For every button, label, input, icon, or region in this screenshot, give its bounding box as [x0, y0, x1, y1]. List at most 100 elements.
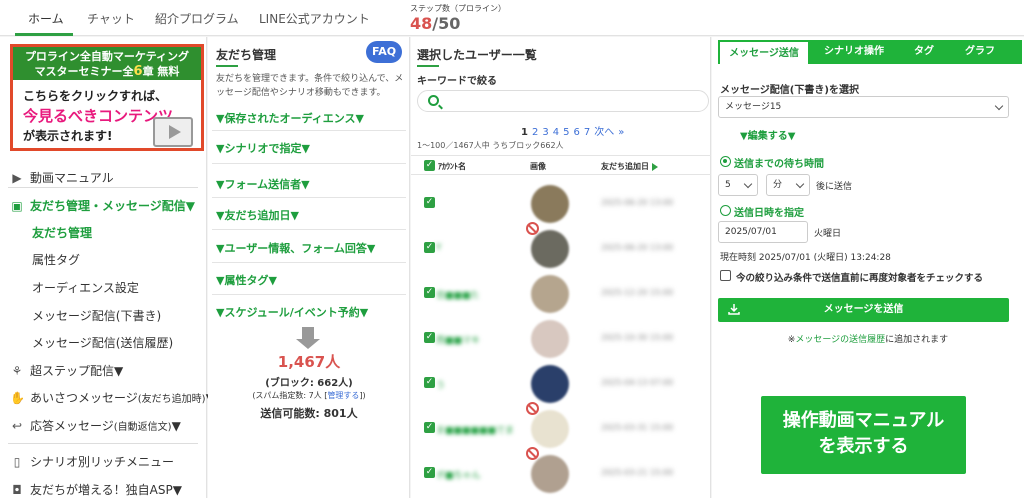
seminar-banner[interactable]: プロライン全自動マーケティング マスターセミナー全6章 無料 こちらをクリックす…	[10, 44, 204, 151]
page-4[interactable]: 4	[553, 127, 559, 138]
blocked-icon	[526, 447, 539, 460]
account-name[interactable]: う	[436, 378, 445, 391]
video-manual-button[interactable]: 操作動画マニュアル を表示する	[761, 396, 966, 474]
datetime-radio[interactable]	[720, 205, 731, 216]
col-added-date[interactable]: 友だち追加日	[601, 161, 658, 172]
keyword-search-input[interactable]	[417, 90, 709, 112]
sidebar-item-message-history[interactable]: メッセージ配信(送信履歴)	[32, 334, 173, 351]
tab-chat[interactable]: チャット	[87, 10, 135, 27]
page-7[interactable]: 7	[584, 127, 590, 138]
wave-hand-icon: ✋	[10, 391, 25, 405]
tab-send-message[interactable]: メッセージ送信	[718, 40, 810, 64]
row-checkbox[interactable]: ✓	[424, 332, 435, 343]
search-icon	[428, 95, 439, 106]
row-checkbox[interactable]: ✓	[424, 422, 435, 433]
arrow-down-icon	[296, 327, 320, 349]
page-5[interactable]: 5	[563, 127, 569, 138]
recheck-checkbox[interactable]	[720, 270, 731, 281]
sidebar: プロライン全自動マーケティング マスターセミナー全6章 無料 こちらをクリックす…	[0, 37, 215, 498]
col-account-name[interactable]: ｱｶｳﾝﾄ名	[438, 161, 466, 172]
tab-graph[interactable]: グラフ	[950, 40, 1010, 64]
edit-message-link[interactable]: ▼編集する▼	[740, 127, 795, 142]
table-row[interactable]: ✓ 西■■マキ 2025-10-30 15:00	[411, 318, 711, 360]
message-select[interactable]: メッセージ15	[718, 96, 1009, 118]
table-row[interactable]: ✓ ボ■ちゃん 2025-03-21 15:00	[411, 447, 711, 495]
banner-line2: マスターセミナー全6章 無料	[34, 64, 180, 79]
send-date-input[interactable]: 2025/07/01	[718, 221, 808, 243]
page-3[interactable]: 3	[542, 127, 548, 138]
filter-user-info[interactable]: ▼ユーザー情報、フォーム回答▼	[216, 240, 375, 256]
row-checkbox[interactable]: ✓	[424, 242, 435, 253]
wait-time-radio[interactable]	[720, 156, 731, 167]
account-name[interactable]: 西■■マキ	[436, 333, 480, 346]
row-checkbox[interactable]: ✓	[424, 377, 435, 388]
sort-icon	[652, 162, 658, 171]
history-link[interactable]: メッセージの送信履歴	[795, 335, 885, 345]
select-all-checkbox[interactable]: ✓	[424, 160, 435, 171]
avatar	[531, 410, 569, 448]
tab-home[interactable]: ホーム	[28, 10, 64, 27]
active-tab-indicator	[15, 33, 73, 36]
divider	[212, 294, 406, 295]
filter-schedule-event[interactable]: ▼スケジュール/イベント予約▼	[216, 304, 368, 320]
page-last[interactable]: »	[618, 127, 624, 138]
col-image: 画像	[530, 162, 546, 171]
sidebar-item-greeting[interactable]: ✋あいさつメッセージ(友だち追加時)▼	[10, 389, 215, 406]
table-row[interactable]: ✓ ま■■■■■■でま 2025-03-31 15:00	[411, 402, 711, 450]
step-count-label: ステップ数（プロライン）	[410, 4, 506, 13]
sidebar-item-message-draft[interactable]: メッセージ配信(下書き)	[32, 307, 161, 324]
account-name[interactable]: Y	[436, 243, 442, 253]
account-name[interactable]: 信■■■た	[436, 288, 480, 301]
avatar	[531, 185, 569, 223]
page-1[interactable]: 1	[521, 127, 528, 138]
faq-button[interactable]: FAQ	[366, 41, 402, 63]
banner-line1: プロライン全自動マーケティング	[24, 50, 190, 63]
sidebar-item-super-step[interactable]: ⚘ 超ステップ配信▼	[10, 362, 124, 379]
sidebar-item-attribute-tags[interactable]: 属性タグ	[32, 251, 80, 268]
filter-friend-added-date[interactable]: ▼友だち追加日▼	[216, 207, 299, 223]
sidebar-item-friends[interactable]: 友だち管理	[32, 224, 92, 241]
filter-form-senders[interactable]: ▼フォーム送信者▼	[216, 176, 310, 192]
blocked-icon	[526, 222, 539, 235]
filter-scenario[interactable]: ▼シナリオで指定▼	[216, 140, 310, 156]
page-2[interactable]: 2	[532, 127, 538, 138]
page-next[interactable]: 次へ	[594, 127, 614, 138]
sidebar-item-friends-messages[interactable]: ▣ 友だち管理・メッセージ配信▼	[10, 197, 195, 214]
wait-unit-select[interactable]: 分	[766, 174, 810, 196]
tab-tags[interactable]: タグ	[904, 40, 944, 64]
row-checkbox[interactable]: ✓	[424, 287, 435, 298]
table-header: ✓ ｱｶｳﾝﾄ名 画像 友だち追加日	[411, 155, 711, 175]
table-row[interactable]: ✓ う 2025-04-13 07:00	[411, 363, 711, 405]
sidebar-item-rich-menu[interactable]: ▯ シナリオ別リッチメニュー	[10, 453, 174, 470]
table-row[interactable]: ✓ 2025-06-20 13:00	[411, 183, 711, 225]
video-play-icon	[153, 117, 193, 147]
sidebar-item-video-manual[interactable]: ▶ 動画マニュアル	[10, 169, 113, 186]
table-row[interactable]: ✓ 信■■■た 2025-12-20 15:00	[411, 273, 711, 315]
manage-spam-link[interactable]: 管理する	[327, 391, 359, 400]
row-checkbox[interactable]: ✓	[424, 467, 435, 478]
wait-value-select[interactable]: 5	[718, 174, 758, 196]
table-row[interactable]: ✓ Y 2025-06-20 13:00	[411, 222, 711, 270]
added-date: 2025-06-20 13:00	[601, 243, 674, 252]
step-tree-icon: ⚘	[11, 364, 23, 378]
sidebar-item-auto-reply[interactable]: ↩ 応答メッセージ(自動返信文)▼	[10, 417, 181, 434]
page-6[interactable]: 6	[573, 127, 579, 138]
send-message-button[interactable]: メッセージを送信	[718, 298, 1009, 322]
account-name[interactable]: ま■■■■■■でま	[436, 423, 514, 436]
tab-scenario-ops[interactable]: シナリオ操作	[815, 40, 893, 64]
banner-line5: が表示されます!	[23, 129, 113, 143]
chevron-down-icon	[795, 179, 805, 189]
filter-saved-audience[interactable]: ▼保存されたオーディエンス▼	[216, 110, 364, 126]
sidebar-item-asp[interactable]: ◘ 友だちが増える！独自ASP▼	[10, 481, 182, 498]
account-name[interactable]: ボ■ちゃん	[436, 468, 481, 481]
banner-line4: 今見るべきコンテンツ	[23, 107, 174, 125]
wait-time-label: 送信までの待ち時間	[734, 159, 824, 170]
sidebar-item-audience[interactable]: オーディエンス設定	[32, 279, 139, 296]
spam-count: (スパム指定数: 7人 [管理する])	[252, 391, 366, 400]
banner-header: プロライン全自動マーケティング マスターセミナー全6章 無料	[13, 47, 201, 80]
top-nav: ホーム チャット 紹介プログラム LINE公式アカウント ステップ数（プロライン…	[0, 0, 1024, 36]
filter-attribute-tag[interactable]: ▼属性タグ▼	[216, 272, 277, 288]
row-checkbox[interactable]: ✓	[424, 197, 435, 208]
tab-referral[interactable]: 紹介プログラム	[155, 10, 239, 27]
tab-line-official[interactable]: LINE公式アカウント	[259, 10, 370, 27]
